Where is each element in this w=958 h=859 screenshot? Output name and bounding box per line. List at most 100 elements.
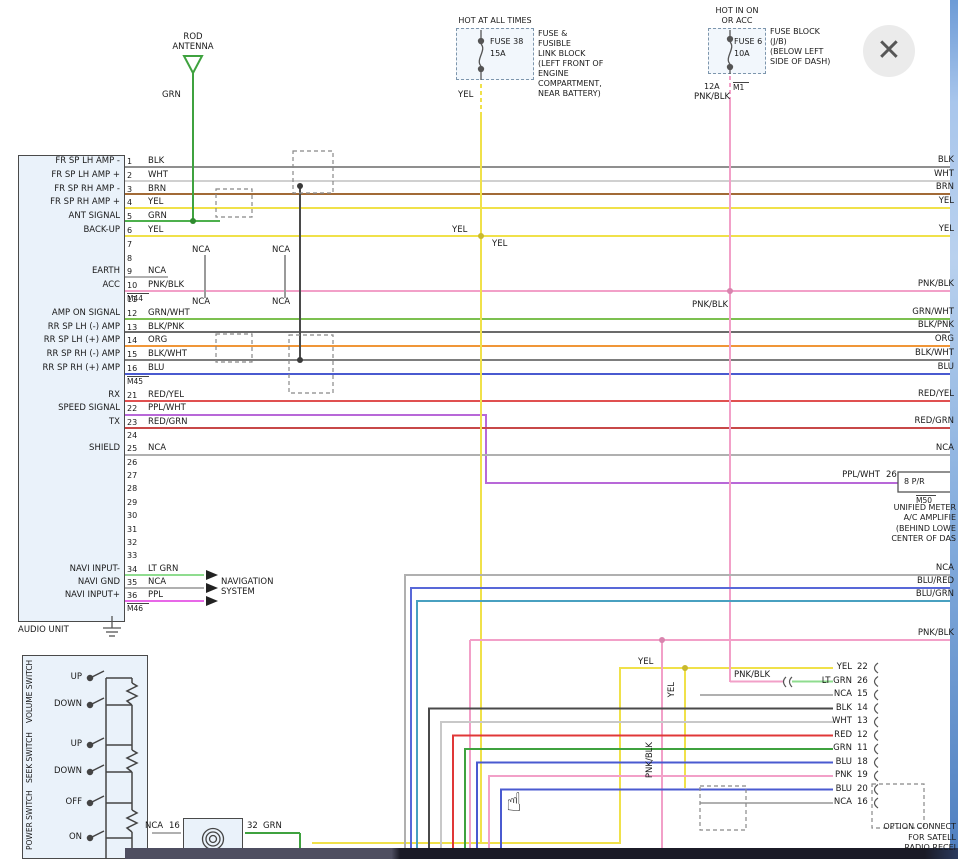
pin-number: 4 bbox=[127, 198, 132, 207]
pin-number: 32 bbox=[127, 538, 137, 547]
right-wire-label: BLK bbox=[894, 156, 954, 166]
fuse-acc-note-line: SIDE OF DASH) bbox=[770, 57, 830, 66]
option-wire-label: GRN bbox=[798, 744, 852, 754]
pin-number: 2 bbox=[127, 171, 132, 180]
pin-wire-label: NCA bbox=[148, 578, 166, 588]
option-pin-number: 16 bbox=[857, 798, 868, 808]
pnkblk-label-rotated: PNK/BLK bbox=[646, 742, 656, 778]
fuse-acc-pin: 12A bbox=[704, 82, 720, 91]
pin-function: FR SP LH AMP + bbox=[20, 171, 120, 181]
navigation-arrows bbox=[206, 570, 218, 606]
pin-wire-label: BLK/PNK bbox=[148, 323, 184, 333]
pin-function: SPEED SIGNAL bbox=[20, 404, 120, 414]
bottom-component-right-pin: 32 bbox=[247, 822, 258, 832]
fuse-acc-note-line: (BELOW LEFT bbox=[770, 47, 823, 56]
pin-number: 29 bbox=[127, 498, 137, 507]
yel-label-row6-right: YEL bbox=[492, 240, 507, 250]
right-wire-label: PNK/BLK bbox=[894, 629, 954, 639]
option-pin-number: 15 bbox=[857, 690, 868, 700]
pin-wire-label: BLK/WHT bbox=[148, 350, 187, 360]
pin-number: 8 bbox=[127, 254, 132, 263]
switch-position-label: ON bbox=[46, 833, 82, 843]
m50-pin-number: 26 bbox=[886, 471, 897, 481]
fuse-battery-note-line: ENGINE bbox=[538, 69, 569, 78]
pin-wire-label: BRN bbox=[148, 185, 166, 195]
pin-number: 13 bbox=[127, 323, 137, 332]
pin-wire-label: NCA bbox=[148, 267, 166, 277]
nca-label-a: NCA bbox=[192, 246, 210, 256]
pin-wire-label: BLU bbox=[148, 364, 164, 374]
pin-wires bbox=[125, 167, 958, 601]
m50-note-line: CENTER OF DAS bbox=[864, 534, 956, 543]
fuse-battery-note-line: NEAR BATTERY) bbox=[538, 89, 601, 98]
m50-box-label: 8 P/R bbox=[904, 477, 925, 486]
pin-function: FR SP RH AMP - bbox=[20, 185, 120, 195]
hand-cursor: ☝ bbox=[506, 788, 522, 818]
pin-function: NAVI GND bbox=[20, 578, 120, 588]
pin-function: AMP ON SIGNAL bbox=[20, 309, 120, 319]
option-wire-label: BLU bbox=[798, 758, 852, 768]
pin-wire-label: BLK bbox=[148, 157, 164, 167]
splice-icon bbox=[784, 677, 793, 687]
pin-number: 10 bbox=[127, 281, 137, 290]
right-scrollbar[interactable] bbox=[950, 0, 958, 859]
close-button[interactable]: ✕ bbox=[863, 25, 915, 77]
pin-number: 27 bbox=[127, 471, 137, 480]
fuse-battery-wire-label: YEL bbox=[458, 91, 473, 101]
pin-number: 26 bbox=[127, 458, 137, 467]
switch-position-label: UP bbox=[46, 740, 82, 750]
right-wire-label: BLU/GRN bbox=[894, 590, 954, 600]
m50-note-line: (BEHIND LOWE bbox=[864, 524, 956, 533]
right-wire-label: BLK/PNK bbox=[894, 321, 954, 331]
switch-group-label: SEEK SWITCH bbox=[26, 726, 35, 790]
pin-number: 15 bbox=[127, 350, 137, 359]
bottom-component-left-wire: NCA bbox=[145, 822, 163, 832]
fuse-battery-rating: 15A bbox=[490, 49, 506, 58]
pin-wire-label: NCA bbox=[148, 444, 166, 454]
pin-number: 9 bbox=[127, 267, 132, 276]
pin-function: FR SP RH AMP + bbox=[20, 198, 120, 208]
antenna-wire-label: GRN bbox=[162, 91, 181, 101]
pink-feed bbox=[470, 76, 958, 859]
pin-number: 3 bbox=[127, 185, 132, 194]
bottom-component-left-pin: 16 bbox=[169, 822, 180, 832]
pin-number: 11 bbox=[127, 295, 137, 304]
option-wire-label: WHT bbox=[798, 717, 852, 727]
fuse-battery-note-line: FUSIBLE bbox=[538, 39, 571, 48]
pin-number: 36 bbox=[127, 591, 137, 600]
pin-number: 16 bbox=[127, 364, 137, 373]
pin-wire-label: PPL bbox=[148, 591, 163, 601]
option-pin-number: 22 bbox=[857, 663, 868, 673]
fuse-battery-note-line: LINK BLOCK bbox=[538, 49, 585, 58]
audio-unit-title: AUDIO UNIT bbox=[18, 626, 69, 636]
pin-number: 31 bbox=[127, 525, 137, 534]
fuse-acc-name: FUSE 6 bbox=[734, 37, 762, 46]
right-wire-label: RED/YEL bbox=[894, 390, 954, 400]
option-pin-number: 14 bbox=[857, 704, 868, 714]
pin-number: 1 bbox=[127, 157, 132, 166]
switch-position-label: DOWN bbox=[46, 767, 82, 777]
fuse-battery-note-line: COMPARTMENT, bbox=[538, 79, 602, 88]
inline-connector-boxes bbox=[216, 151, 924, 830]
fuse-acc-header-2: OR ACC bbox=[700, 16, 774, 25]
pin-wire-label: YEL bbox=[148, 226, 163, 236]
close-icon: ✕ bbox=[876, 36, 901, 66]
right-wire-label: YEL bbox=[894, 197, 954, 207]
right-wire-label: YEL bbox=[894, 225, 954, 235]
pin-wire-label: PPL/WHT bbox=[148, 404, 186, 414]
fuse-battery-note-line: FUSE & bbox=[538, 29, 567, 38]
pin-function: FR SP LH AMP - bbox=[20, 157, 120, 167]
right-wire-label: GRN/WHT bbox=[894, 308, 954, 318]
connector-m46: M46 bbox=[127, 603, 149, 614]
option-pin-number: 20 bbox=[857, 785, 868, 795]
ltgrn-feed-label: PNK/BLK bbox=[734, 671, 770, 681]
m50-wire-label: PPL/WHT bbox=[826, 471, 880, 481]
pin-number: 7 bbox=[127, 240, 132, 249]
pin-function: RR SP RH (-) AMP bbox=[20, 350, 120, 360]
yel-label-row6-left: YEL bbox=[452, 226, 467, 236]
window-bottom-edge bbox=[125, 848, 958, 859]
option-wire-label: BLK bbox=[798, 704, 852, 714]
right-wire-label: PNK/BLK bbox=[894, 280, 954, 290]
pin-number: 25 bbox=[127, 444, 137, 453]
right-wire-label: BLK/WHT bbox=[894, 349, 954, 359]
